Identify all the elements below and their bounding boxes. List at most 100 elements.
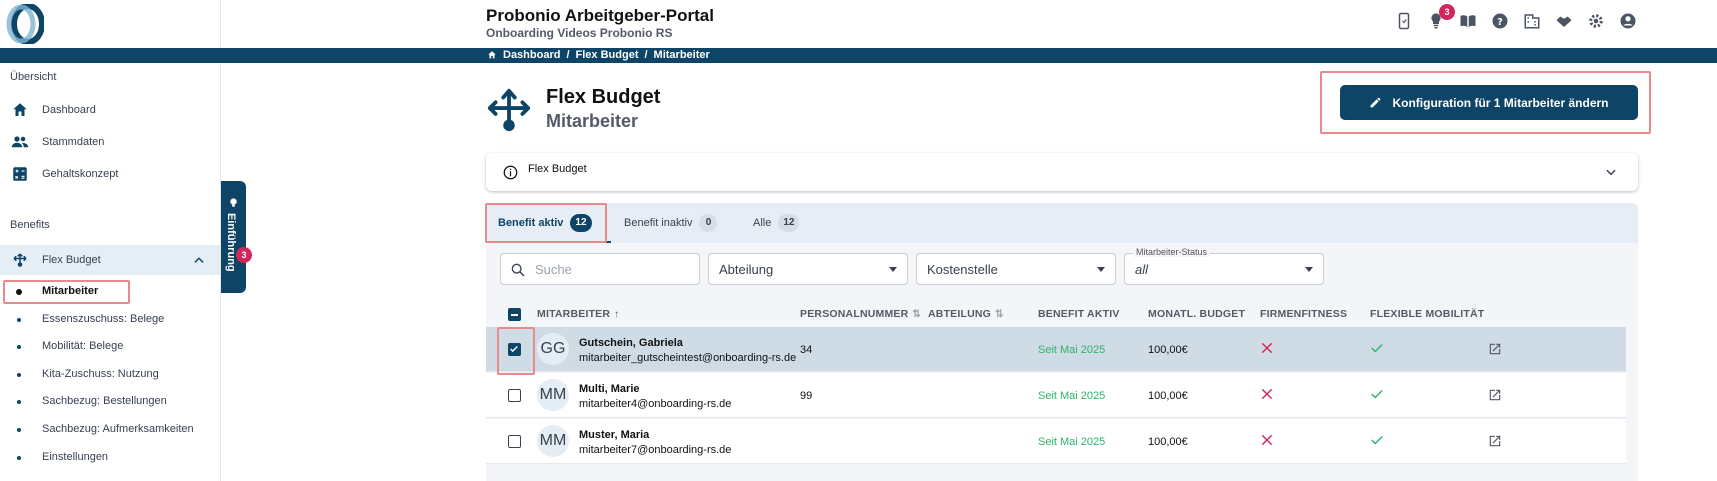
tab-label: Benefit inaktiv <box>624 217 693 229</box>
bullet-icon <box>17 428 21 432</box>
flex-budget-icon <box>11 251 29 269</box>
bullet-icon <box>17 456 21 460</box>
info-label: Flex Budget <box>528 163 587 175</box>
chevron-up-icon[interactable] <box>192 253 206 267</box>
table-row[interactable]: GG Gutschein, Gabriela mitarbeiter_gutsc… <box>486 327 1626 372</box>
sidebar-item-label: Gehaltskonzept <box>42 168 119 180</box>
employee-email: mitarbeiter4@onboarding-rs.de <box>579 398 732 410</box>
chevron-down-icon[interactable] <box>1604 165 1618 179</box>
sidebar-subitem-label: Sachbezug: Aufmerksamkeiten <box>42 423 194 435</box>
employee-email: mitarbeiter_gutscheintest@onboarding-rs.… <box>579 352 797 364</box>
tab-alle[interactable]: Alle 12 <box>753 214 800 232</box>
sidebar-subitem-mobilitaet[interactable]: Mobilität: Belege <box>0 335 220 359</box>
employee-name: Multi, Marie <box>579 383 640 395</box>
help-icon[interactable]: ? <box>1491 12 1509 30</box>
bullet-icon <box>17 400 21 404</box>
personalnummer: 34 <box>800 344 813 356</box>
select-all-checkbox[interactable] <box>508 308 521 321</box>
sidebar-section-benefits: Benefits <box>10 219 50 231</box>
search-input[interactable]: Suche <box>500 253 700 285</box>
col-benefit-aktiv: BENEFIT AKTIV <box>1038 308 1120 320</box>
sidebar-item-dashboard[interactable]: Dashboard <box>0 95 220 125</box>
breadcrumb-dashboard[interactable]: Dashboard <box>503 49 560 61</box>
status-value: all <box>1135 262 1149 277</box>
row-checkbox[interactable] <box>508 435 521 448</box>
sidebar-item-label: Flex Budget <box>42 254 101 266</box>
table-row[interactable]: MM Muster, Maria mitarbeiter7@onboarding… <box>486 419 1626 464</box>
row-checkbox[interactable] <box>508 389 521 402</box>
tab-bar: Benefit aktiv 12 Benefit inaktiv 0 Alle … <box>486 203 1638 243</box>
app-subtitle: Onboarding Videos Probonio RS <box>486 26 673 40</box>
app-title: Probonio Arbeitgeber-Portal <box>486 6 714 25</box>
col-flexible-mobilitaet: FLEXIBLE MOBILITÄT <box>1370 308 1485 320</box>
table-row[interactable]: MM Multi, Marie mitarbeiter4@onboarding-… <box>486 373 1626 418</box>
open-external-icon[interactable] <box>1488 388 1502 402</box>
col-personalnummer[interactable]: PERSONALNUMMER ⇅ <box>800 308 921 320</box>
logo-area <box>0 0 221 48</box>
col-mitarbeiter[interactable]: MITARBEITER ↑ <box>537 308 619 320</box>
building-icon[interactable] <box>1523 12 1541 30</box>
sidebar-subitem-label: Mobilität: Belege <box>42 340 124 352</box>
sidebar-item-label: Stammdaten <box>42 136 105 148</box>
handshake-icon[interactable] <box>1555 12 1573 30</box>
sidebar-item-stammdaten[interactable]: Stammdaten <box>0 127 220 157</box>
benefit-active-since: Seit Mai 2025 <box>1038 436 1106 448</box>
lightbulb-icon[interactable]: 3 <box>1427 4 1455 30</box>
status-label: Mitarbeiter-Status <box>1133 247 1211 257</box>
intro-tab[interactable]: Einführung 3 <box>221 181 252 293</box>
probonio-logo[interactable] <box>6 4 44 44</box>
cross-icon <box>1261 388 1273 400</box>
cost-center-select[interactable]: Kostenstelle <box>916 253 1116 285</box>
home-icon <box>11 101 29 119</box>
phone-icon[interactable] <box>1395 12 1413 30</box>
table-header: MITARBEITER ↑ PERSONALNUMMER ⇅ ABTEILUNG ⇅ … <box>486 303 1626 327</box>
personalnummer: 99 <box>800 390 813 402</box>
sidebar-subitem-label: Kita-Zuschuss: Nutzung <box>42 368 159 380</box>
sidebar-item-flex-budget[interactable]: Flex Budget <box>0 245 220 275</box>
department-select[interactable]: Abteilung <box>708 253 908 285</box>
monthly-budget: 100,00€ <box>1148 390 1188 402</box>
status-select[interactable]: Mitarbeiter-Status all <box>1124 247 1324 285</box>
top-bar: Probonio Arbeitgeber-Portal Onboarding V… <box>0 0 1717 48</box>
page-subtitle: Mitarbeiter <box>546 111 639 131</box>
open-external-icon[interactable] <box>1488 434 1502 448</box>
sidebar-subitem-kita[interactable]: Kita-Zuschuss: Nutzung <box>0 363 220 387</box>
monthly-budget: 100,00€ <box>1148 436 1188 448</box>
breadcrumb: Dashboard / Flex Budget / Mitarbeiter <box>487 49 710 61</box>
home-icon[interactable] <box>487 50 497 60</box>
intro-badge: 3 <box>236 247 252 263</box>
benefit-active-since: Seit Mai 2025 <box>1038 344 1106 356</box>
sidebar-subitem-label: Einstellungen <box>42 451 109 463</box>
highlight-box <box>3 280 130 304</box>
check-icon <box>1371 343 1383 353</box>
search-placeholder: Suche <box>535 262 572 277</box>
sidebar-subitem-einstellungen[interactable]: Einstellungen <box>0 446 220 470</box>
svg-text:?: ? <box>1497 17 1503 28</box>
breadcrumb-bar: Dashboard / Flex Budget / Mitarbeiter <box>0 48 1717 63</box>
col-firmenfitness: FIRMENFITNESS <box>1260 308 1348 320</box>
cross-icon <box>1261 342 1273 354</box>
gear-icon[interactable] <box>1587 12 1605 30</box>
open-external-icon[interactable] <box>1488 342 1502 356</box>
sidebar-subitem-sachbezug-bestellungen[interactable]: Sachbezug: Bestellungen <box>0 390 220 414</box>
caret-down-icon <box>889 267 897 272</box>
employee-email: mitarbeiter7@onboarding-rs.de <box>579 444 732 456</box>
tab-count: 0 <box>699 214 718 232</box>
lightbulb-icon <box>230 198 237 207</box>
col-monatl-budget: MONATL. BUDGET <box>1148 308 1246 320</box>
breadcrumb-separator: / <box>644 49 648 61</box>
sidebar-subitem-sachbezug-aufmerksamkeiten[interactable]: Sachbezug: Aufmerksamkeiten <box>0 418 220 442</box>
people-icon <box>11 133 29 151</box>
benefit-active-since: Seit Mai 2025 <box>1038 390 1106 402</box>
highlight-box <box>497 327 535 375</box>
book-icon[interactable] <box>1459 12 1477 30</box>
col-abteilung[interactable]: ABTEILUNG ⇅ <box>928 308 1004 320</box>
breadcrumb-flex-budget[interactable]: Flex Budget <box>576 49 639 61</box>
info-accordion[interactable]: Flex Budget <box>486 153 1638 191</box>
account-icon[interactable] <box>1619 12 1637 30</box>
sidebar-item-gehaltskonzept[interactable]: Gehaltskonzept <box>0 159 220 189</box>
search-icon <box>511 263 525 277</box>
department-value: Abteilung <box>719 262 774 277</box>
tab-benefit-inaktiv[interactable]: Benefit inaktiv 0 <box>624 214 718 232</box>
sidebar-subitem-essenszuschuss[interactable]: Essenszuschuss: Belege <box>0 308 220 332</box>
